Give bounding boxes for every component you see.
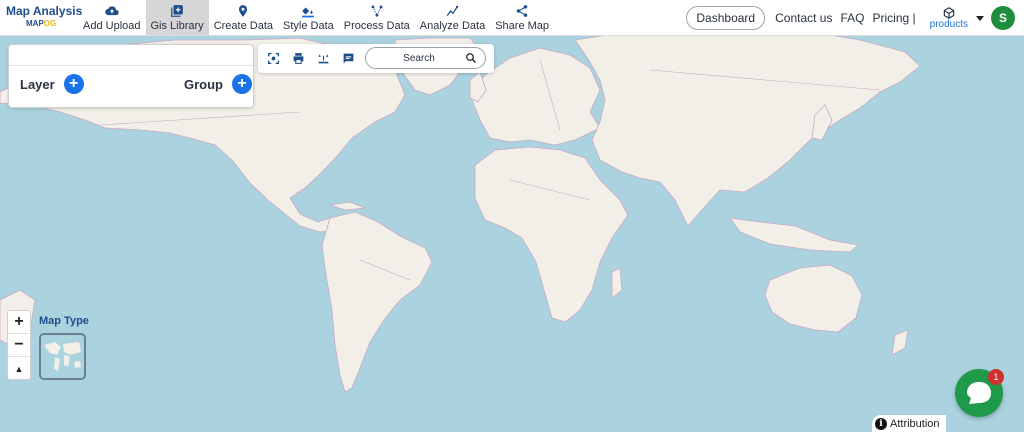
layer-row: Layer + xyxy=(20,74,84,94)
measure-icon[interactable] xyxy=(317,52,330,65)
zoom-in-button[interactable]: + xyxy=(8,311,30,334)
print-icon[interactable] xyxy=(292,52,305,65)
zoom-control: + − ▲ xyxy=(7,310,31,380)
zoom-out-button[interactable]: − xyxy=(8,334,30,357)
nav-label: Add Upload xyxy=(83,20,141,32)
search-icon[interactable] xyxy=(465,52,477,64)
chat-notification-badge: 1 xyxy=(988,369,1004,385)
nav-share-map[interactable]: Share Map xyxy=(490,0,554,35)
nav-label: Share Map xyxy=(495,20,550,32)
map-type-thumbnail[interactable] xyxy=(39,333,86,380)
products-menu[interactable]: products xyxy=(930,6,968,30)
brand-subtitle: MAPOG xyxy=(26,19,57,28)
analytics-line-icon xyxy=(446,5,458,17)
add-group-button[interactable]: + xyxy=(232,74,252,94)
paint-bucket-icon xyxy=(302,5,315,18)
map-pin-icon xyxy=(239,5,248,17)
group-row: Group + xyxy=(184,74,252,94)
screenshot-focus-icon[interactable] xyxy=(267,52,280,65)
map-type-label: Map Type xyxy=(39,315,89,327)
nav-create-data[interactable]: Create Data xyxy=(209,0,278,35)
chevron-down-icon[interactable] xyxy=(976,15,984,21)
group-label: Group xyxy=(184,76,223,92)
header-right: Dashboard Contact us FAQ Pricing | produ… xyxy=(686,0,1024,36)
nav-label: Analyze Data xyxy=(419,20,486,32)
attribution-label: Attribution xyxy=(890,418,940,430)
layer-label: Layer xyxy=(20,76,55,92)
search-box xyxy=(365,47,486,69)
nav-label: Style Data xyxy=(283,20,334,32)
reset-north-button[interactable]: ▲ xyxy=(8,357,30,380)
dashboard-button[interactable]: Dashboard xyxy=(686,6,766,30)
library-add-icon xyxy=(171,5,183,17)
search-input[interactable] xyxy=(376,51,462,66)
faq-link[interactable]: FAQ xyxy=(840,11,864,25)
nav-style-data[interactable]: Style Data xyxy=(278,0,339,35)
map-toolbar xyxy=(258,44,494,73)
map-thumbnail-image xyxy=(41,335,84,378)
pricing-link[interactable]: Pricing | xyxy=(873,11,916,25)
nav-add-upload[interactable]: Add Upload xyxy=(78,0,146,35)
top-navbar: Map Analysis MAPOG Add Upload Gis Librar… xyxy=(0,0,1024,36)
nav-label: Process Data xyxy=(343,20,410,32)
nav-label: Create Data xyxy=(213,20,273,32)
comment-icon[interactable] xyxy=(342,52,355,65)
layer-panel: Layer + Group + xyxy=(8,44,254,108)
nav-label: Gis Library xyxy=(150,20,204,32)
nav-analyze-data[interactable]: Analyze Data xyxy=(415,0,490,35)
contact-us-link[interactable]: Contact us xyxy=(775,11,832,25)
brand-logo[interactable]: Map Analysis MAPOG xyxy=(0,0,83,35)
process-nodes-icon xyxy=(371,5,383,17)
share-icon xyxy=(516,5,528,17)
cube-icon xyxy=(943,7,955,19)
cloud-upload-icon xyxy=(105,6,119,16)
products-label: products xyxy=(929,19,968,30)
brand-title: Map Analysis xyxy=(6,4,83,18)
info-icon: i xyxy=(875,418,887,430)
avatar[interactable]: S xyxy=(991,6,1015,30)
add-layer-button[interactable]: + xyxy=(63,74,84,94)
attribution-control[interactable]: i Attribution xyxy=(872,415,946,432)
nav-process-data[interactable]: Process Data xyxy=(339,0,415,35)
panel-divider xyxy=(9,65,253,66)
nav-gis-library[interactable]: Gis Library xyxy=(145,0,209,35)
